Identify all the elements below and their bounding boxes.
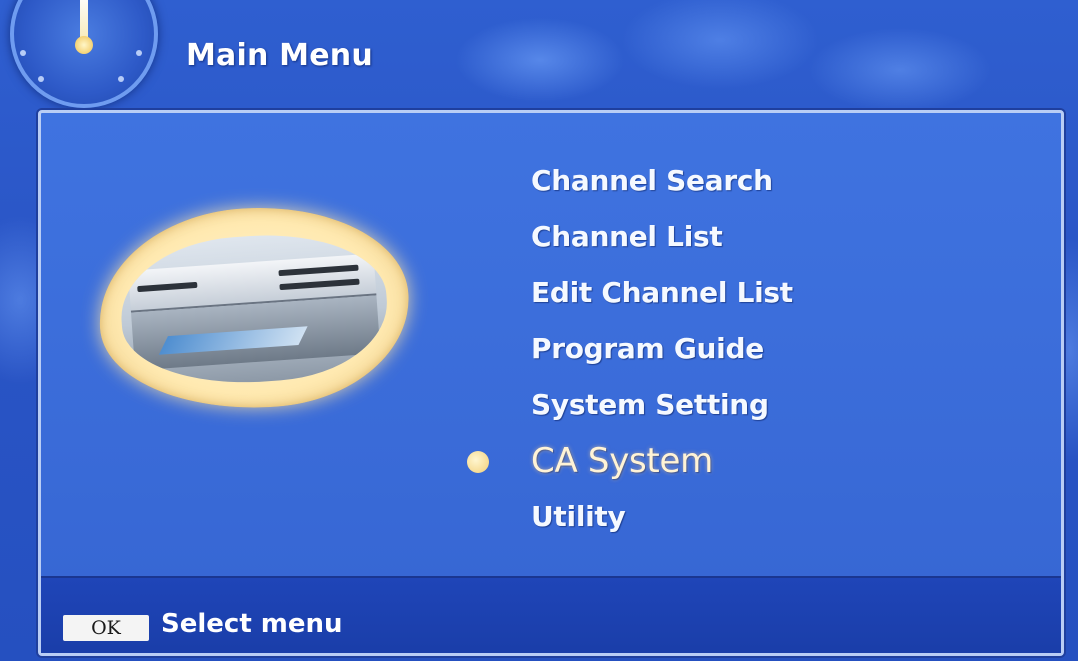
footer-hint: Select menu [161, 609, 343, 639]
menu-item-label: System Setting [531, 388, 769, 421]
menu-item-channel-list[interactable]: Channel List [531, 209, 793, 265]
menu-panel: Channel Search Channel List Edit Channel… [38, 110, 1064, 656]
menu-item-channel-search[interactable]: Channel Search [531, 153, 793, 209]
page-title: Main Menu [186, 38, 373, 73]
menu-item-program-guide[interactable]: Program Guide [531, 321, 793, 377]
set-top-box-icon [92, 197, 416, 419]
footer-bar: OK Select menu [41, 576, 1061, 653]
menu-item-edit-channel-list[interactable]: Edit Channel List [531, 265, 793, 321]
menu-item-system-setting[interactable]: System Setting [531, 377, 793, 433]
dial-tick [20, 50, 26, 56]
device-slot [137, 281, 198, 293]
dial-tick [38, 76, 44, 82]
tv-screen: Main Menu Channel Search Channel List Ed… [0, 0, 1078, 661]
menu-item-utility[interactable]: Utility [531, 489, 793, 545]
main-menu-list: Channel Search Channel List Edit Channel… [467, 153, 793, 545]
menu-item-label: Program Guide [531, 332, 764, 365]
ok-key-icon: OK [63, 615, 149, 641]
device-picture [116, 226, 392, 392]
menu-item-label: Channel List [531, 220, 723, 253]
dial-tick [136, 50, 142, 56]
menu-item-label: Utility [531, 500, 626, 533]
menu-item-label: CA System [531, 441, 713, 481]
clock-dial-icon [10, 0, 158, 108]
device-slot [278, 264, 359, 277]
device-slot [279, 278, 360, 291]
menu-item-ca-system[interactable]: CA System [467, 433, 793, 489]
dial-tick [118, 76, 124, 82]
menu-item-label: Edit Channel List [531, 276, 793, 309]
menu-item-label: Channel Search [531, 164, 773, 197]
bullet-icon [467, 451, 489, 473]
